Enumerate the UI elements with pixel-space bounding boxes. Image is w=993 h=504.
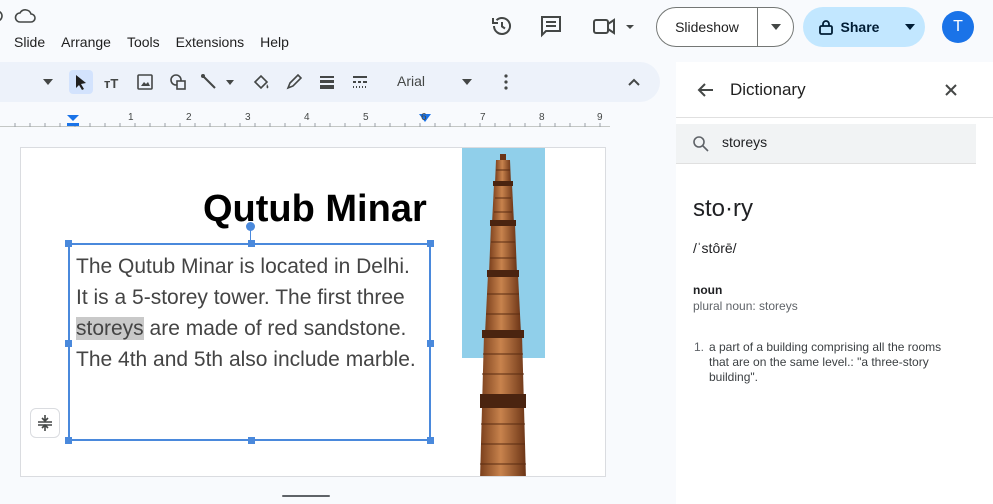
- svg-text:тT: тT: [104, 76, 118, 89]
- slide[interactable]: Qutub Minar The Qutub Minar is located i…: [20, 147, 606, 477]
- left-indent-marker-icon[interactable]: [66, 114, 80, 128]
- version-history-icon[interactable]: [490, 14, 514, 38]
- slideshow-dropdown[interactable]: [758, 24, 793, 30]
- paint-bucket-icon: [253, 74, 269, 90]
- ruler-number: 1: [128, 112, 134, 123]
- ruler-number: 8: [539, 112, 545, 123]
- fill-color-button[interactable]: [249, 70, 273, 94]
- highlighted-word[interactable]: storeys: [76, 317, 144, 340]
- dictionary-word: sto·ry: [693, 195, 753, 222]
- ruler-number: 2: [186, 112, 192, 123]
- collapse-toolbar-button[interactable]: [622, 70, 646, 94]
- chevron-down-icon: [905, 24, 915, 30]
- dictionary-panel: Dictionary sto·ry /ˈstôrē/ noun plural n…: [676, 62, 993, 504]
- shapes-icon: [170, 74, 186, 90]
- menu-help[interactable]: Help: [260, 34, 289, 50]
- ruler-number: 3: [245, 112, 251, 123]
- definition-text: a part of a building comprising all the …: [709, 340, 942, 384]
- border-weight-icon: [320, 76, 334, 89]
- pronunciation: /ˈstôrē/: [693, 240, 737, 256]
- resize-handle-se[interactable]: [427, 437, 434, 444]
- resize-handle-s[interactable]: [248, 437, 255, 444]
- dictionary-header: Dictionary: [676, 62, 993, 118]
- select-tool[interactable]: [69, 70, 93, 94]
- slide-canvas: Qutub Minar The Qutub Minar is located i…: [0, 132, 660, 504]
- font-family-select[interactable]: Arial: [397, 73, 425, 89]
- chevron-down-icon: [43, 79, 53, 85]
- autofit-button[interactable]: [30, 408, 60, 438]
- border-weight-button[interactable]: [315, 70, 339, 94]
- resize-handle-sw[interactable]: [65, 437, 72, 444]
- definition-number: 1.: [694, 340, 705, 354]
- lock-icon: [818, 20, 833, 35]
- share-dropdown[interactable]: [895, 24, 925, 30]
- slide-title[interactable]: Qutub Minar: [203, 188, 427, 231]
- vertical-align-icon: [38, 415, 52, 431]
- ruler-number: 6: [421, 112, 427, 123]
- menu-arrange[interactable]: Arrange: [61, 34, 111, 50]
- shape-tool[interactable]: [166, 70, 190, 94]
- share-group: Share: [803, 7, 925, 47]
- slideshow-button[interactable]: Slideshow: [657, 8, 758, 46]
- text-box-tool[interactable]: тT: [101, 70, 125, 94]
- cursor-icon: [76, 75, 86, 90]
- image-tool[interactable]: [133, 70, 157, 94]
- pencil-icon: [286, 74, 302, 90]
- avatar[interactable]: T: [942, 11, 974, 43]
- comments-icon[interactable]: [539, 14, 563, 38]
- chevron-down-icon: [770, 24, 781, 30]
- menu-tools[interactable]: Tools: [127, 34, 160, 50]
- line-tool[interactable]: [198, 70, 238, 94]
- ruler[interactable]: 1 2 3 4 5 6 7 8 9: [0, 112, 620, 132]
- font-dropdown[interactable]: [455, 70, 479, 94]
- resize-handle-ne[interactable]: [427, 240, 434, 247]
- slide-body-text[interactable]: The Qutub Minar is located in Delhi. It …: [76, 251, 426, 375]
- resize-handle-n[interactable]: [248, 240, 255, 247]
- top-bar: Slide Arrange Tools Extensions Help Slid…: [0, 0, 993, 62]
- ruler-ticks: [14, 123, 601, 127]
- menu-extensions[interactable]: Extensions: [176, 34, 244, 50]
- share-label: Share: [840, 19, 880, 35]
- rotation-handle[interactable]: [246, 222, 255, 231]
- chevron-up-icon: [628, 78, 640, 86]
- line-icon: [201, 74, 234, 89]
- back-arrow-icon[interactable]: [696, 80, 716, 100]
- border-color-button[interactable]: [282, 70, 306, 94]
- qutub-minar-image[interactable]: [476, 154, 530, 477]
- doc-icon[interactable]: [0, 8, 6, 24]
- dictionary-search-bar: [676, 124, 976, 164]
- search-icon: [693, 136, 709, 152]
- chevron-down-icon: [462, 79, 472, 85]
- dictionary-title: Dictionary: [730, 80, 806, 99]
- plural-form: plural noun: storeys: [693, 299, 798, 313]
- menu-slide[interactable]: Slide: [14, 34, 45, 50]
- meet-icon[interactable]: [592, 14, 636, 38]
- resize-handle-w[interactable]: [65, 340, 72, 347]
- speaker-notes-handle[interactable]: [282, 495, 330, 497]
- image-icon: [137, 74, 153, 90]
- more-options-button[interactable]: [494, 70, 518, 94]
- text-box-icon: тT: [104, 76, 118, 89]
- toolbar: тT Arial: [0, 62, 660, 102]
- ruler-number: 4: [304, 112, 310, 123]
- border-dash-button[interactable]: [348, 70, 372, 94]
- ruler-number: 5: [363, 112, 369, 123]
- border-dash-icon: [353, 76, 367, 88]
- part-of-speech: noun: [693, 283, 723, 297]
- close-icon[interactable]: [941, 80, 961, 100]
- body-text-start: The Qutub Minar is located in Delhi. It …: [76, 255, 410, 309]
- zoom-dropdown[interactable]: [36, 70, 60, 94]
- cloud-saved-icon[interactable]: [14, 8, 36, 24]
- slideshow-group: Slideshow: [656, 7, 794, 47]
- share-button[interactable]: Share: [803, 7, 895, 47]
- ruler-number: 9: [597, 112, 603, 123]
- resize-handle-e[interactable]: [427, 340, 434, 347]
- dictionary-search-input[interactable]: [722, 134, 952, 150]
- resize-handle-nw[interactable]: [65, 240, 72, 247]
- text-box-selected[interactable]: The Qutub Minar is located in Delhi. It …: [65, 240, 434, 444]
- menu-bar: Slide Arrange Tools Extensions Help: [14, 34, 289, 50]
- ruler-number: 7: [480, 112, 486, 123]
- more-vert-icon: [504, 74, 508, 90]
